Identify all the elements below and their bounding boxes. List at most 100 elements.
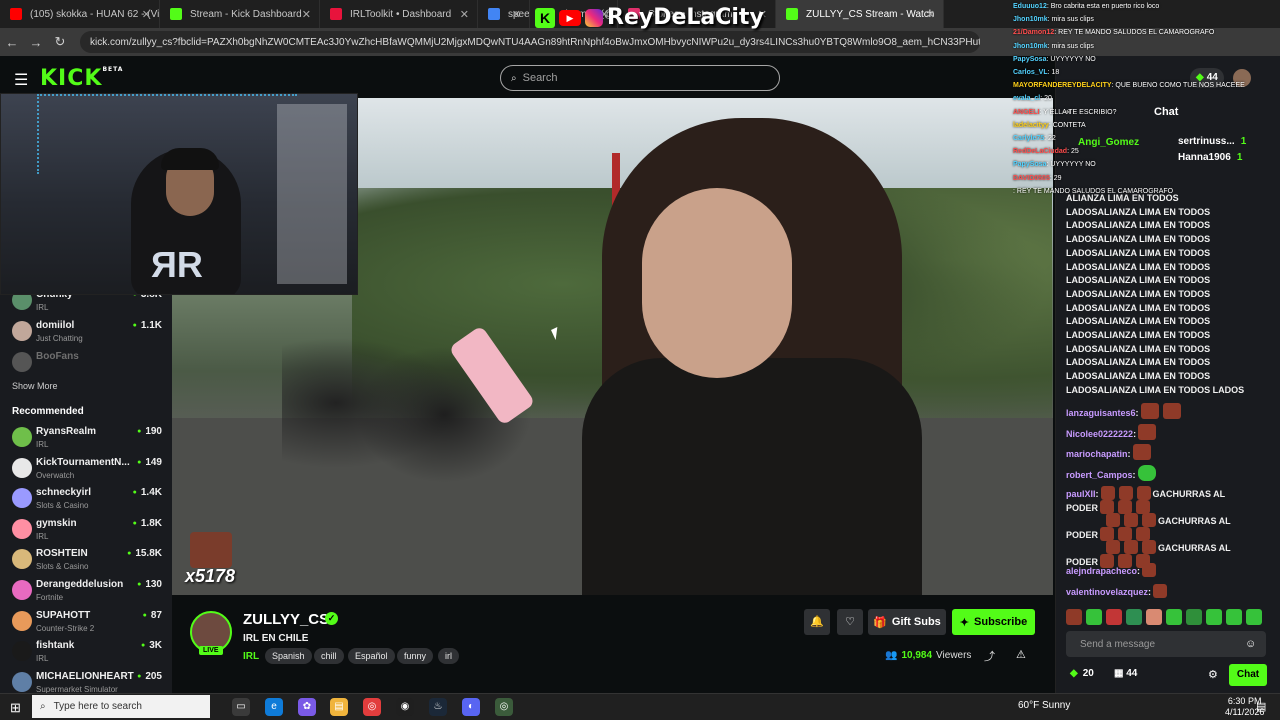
category-link[interactable]: IRL <box>243 651 259 662</box>
emote-option[interactable] <box>1226 609 1242 625</box>
chat-points-value: 20 <box>1082 668 1094 679</box>
emote-option[interactable] <box>1126 609 1142 625</box>
notifications-icon[interactable]: ▤ <box>1256 700 1266 713</box>
channel-category: Slots & Casino <box>36 562 89 572</box>
chat-points[interactable]: ◆ 20 <box>1070 668 1094 679</box>
chat-username[interactable]: lanzaguisantes6 <box>1066 408 1136 418</box>
menu-icon[interactable]: ☰ <box>14 70 28 90</box>
back-icon[interactable]: ← <box>0 35 24 50</box>
tab-close-icon[interactable]: ✕ <box>926 8 935 21</box>
sidebar-channel[interactable]: Derangeddelusion Fortnite 130 <box>12 577 162 607</box>
sidebar-channel[interactable]: BooFans <box>12 349 162 379</box>
forward-icon[interactable]: → <box>24 35 48 50</box>
stream-tag[interactable]: Español <box>348 648 395 664</box>
reload-icon[interactable]: ↻ <box>48 34 72 50</box>
taskbar-search-icon: ⌕ <box>40 701 46 712</box>
chat-message-input[interactable]: Send a message <box>1066 631 1266 657</box>
overlay-chat-line: PapySosa: UYYYYYY NO <box>1013 161 1096 168</box>
stream-tag[interactable]: chill <box>314 648 344 664</box>
chat-username[interactable]: mariochapatin <box>1066 449 1128 459</box>
search-input[interactable]: ⌕ Search <box>500 65 780 91</box>
emote-option[interactable] <box>1106 609 1122 625</box>
sidebar-channel[interactable]: KickTournamentN... Overwatch 149 <box>12 455 162 485</box>
settings-gear-icon[interactable]: ⚙ <box>1208 668 1218 681</box>
emote-bar[interactable] <box>1066 609 1266 625</box>
emote-option[interactable] <box>1086 609 1102 625</box>
chat-emote <box>1142 563 1157 577</box>
chrome-icon[interactable]: ◎ <box>363 698 381 716</box>
channel-category: Slots & Casino <box>36 501 89 511</box>
windows-start-icon[interactable]: ⊞ <box>10 700 21 716</box>
top-gifter[interactable]: sertrinuss... 1 <box>1178 136 1246 147</box>
task-view-icon[interactable]: ▭ <box>232 698 250 716</box>
channel-category: IRL <box>36 303 49 312</box>
channel-name: Derangeddelusion <box>36 579 124 590</box>
browser-tab[interactable]: Stream - Kick Dashboard ✕ <box>160 0 320 28</box>
address-bar[interactable]: kick.com/zullyy_cs?fbclid=PAZXh0bgNhZW0C… <box>80 31 980 53</box>
browser-tab[interactable]: (105) skokka - HUAN 62 - (Vide ✕ <box>0 0 160 28</box>
sidebar-channel[interactable]: Chunky IRL 3.8K <box>12 295 162 317</box>
chat-emote <box>1106 513 1120 528</box>
stream-tag[interactable]: irl <box>438 648 459 664</box>
emote-option[interactable] <box>1166 609 1182 625</box>
report-icon[interactable]: ⚠ <box>1016 648 1026 661</box>
top-gifter[interactable]: Hanna1906 1 <box>1178 152 1242 163</box>
copilot-icon[interactable]: ✿ <box>298 698 316 716</box>
send-chat-button[interactable]: Chat <box>1229 664 1267 686</box>
tab-close-icon[interactable]: ✕ <box>142 8 151 21</box>
emote-option[interactable] <box>1146 609 1162 625</box>
emote-option[interactable] <box>1066 609 1082 625</box>
show-more-link[interactable]: Show More <box>12 381 58 391</box>
browser-tab[interactable]: ZULLYY_CS Stream - Watch ✕ <box>776 0 944 28</box>
channel-name: gymskin <box>36 517 77 529</box>
sidebar-channel[interactable]: schneckyirl Slots & Casino 1.4K <box>12 485 162 515</box>
edge-icon[interactable]: e <box>265 698 283 716</box>
chat-username[interactable]: Nicolee0222222 <box>1066 429 1133 439</box>
overlay-chat-username: MAYORFANDEREYDELACITY <box>1013 82 1112 90</box>
chat-username[interactable]: valentinovelazquez <box>1066 587 1148 597</box>
follow-heart-icon[interactable]: ♡ <box>837 609 863 635</box>
sidebar-channel[interactable]: ROSHTEIN Slots & Casino 15.8K <box>12 546 162 576</box>
channel-viewers: 1.4K <box>133 487 162 498</box>
overlay-chat-username: 21/Damon12 <box>1013 29 1055 37</box>
chat-username[interactable]: alejndrapacheco <box>1066 566 1137 576</box>
emote-option[interactable] <box>1186 609 1202 625</box>
browser-tab[interactable]: speed t✕ <box>478 0 530 28</box>
taskbar-search[interactable]: ⌕ Type here to search <box>32 695 210 718</box>
chat-users-count[interactable]: ▦ 44 <box>1114 668 1137 679</box>
tab-close-icon[interactable]: ✕ <box>302 8 311 21</box>
chat-message-continued: GACHURRAS AL <box>1066 540 1231 555</box>
emote-option[interactable] <box>1246 609 1262 625</box>
sidebar-channel[interactable]: fishtank IRL 3K <box>12 638 162 668</box>
chrome-active-icon[interactable]: ◎ <box>495 698 513 716</box>
channel-name: schneckyirl <box>36 487 92 499</box>
channel-name[interactable]: ZULLYY_CS <box>243 611 329 628</box>
chat-username[interactable]: paulXII <box>1066 489 1096 499</box>
notification-bell-icon[interactable]: 🔔 <box>804 609 830 635</box>
subscribe-button[interactable]: ✦ Subscribe <box>952 609 1035 635</box>
steam-icon[interactable]: ♨ <box>429 698 447 716</box>
share-icon[interactable]: ⤴ <box>984 648 995 664</box>
stream-tag[interactable]: funny <box>397 648 434 664</box>
tab-close-icon[interactable]: ✕ <box>512 8 521 21</box>
file-explorer-icon[interactable]: ▤ <box>330 698 348 716</box>
obs-icon[interactable]: ◉ <box>396 698 414 716</box>
sidebar-channel[interactable]: MICHAELIONHEART Supermarket Simulator 205 <box>12 669 162 693</box>
sidebar-channel[interactable]: domiilol Just Chatting 1.1K <box>12 318 162 348</box>
overlay-chat-text: : mira sus clips <box>1047 42 1094 50</box>
emoji-picker-icon[interactable]: ☺ <box>1245 638 1256 650</box>
sidebar-channel[interactable]: RyansRealm IRL 190 <box>12 424 162 454</box>
chat-username[interactable]: robert_Campos <box>1066 470 1133 480</box>
emote-option[interactable] <box>1206 609 1222 625</box>
sidebar-channel[interactable]: gymskin IRL 1.8K <box>12 516 162 546</box>
stream-tag[interactable]: Spanish <box>265 648 312 664</box>
browser-tab[interactable]: IRLToolkit • Dashboard ✕ <box>320 0 478 28</box>
kick-logo[interactable]: KICKBETA <box>40 66 123 91</box>
weather-widget[interactable]: 60°F Sunny <box>1018 700 1070 711</box>
users-icon: ▦ <box>1114 668 1127 679</box>
discord-icon[interactable]: ◐ <box>462 698 480 716</box>
webcam-hoodie-print: ЯR <box>151 244 203 285</box>
tab-close-icon[interactable]: ✕ <box>460 8 469 21</box>
gift-subs-button[interactable]: 🎁 Gift Subs <box>868 609 946 635</box>
sidebar-channel[interactable]: SUPAHOTT Counter-Strike 2 87 <box>12 608 162 638</box>
